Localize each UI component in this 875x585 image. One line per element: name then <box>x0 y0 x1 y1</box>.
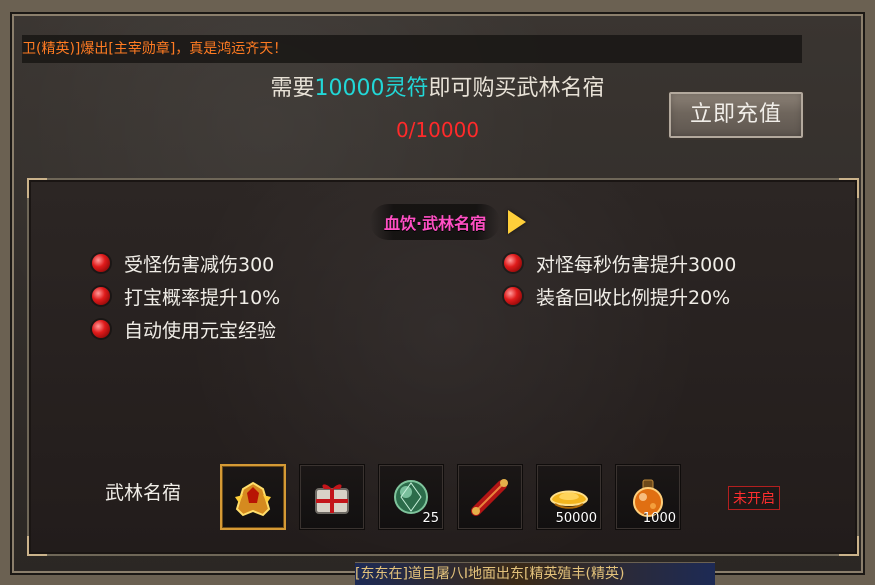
panel-corner-ornament <box>27 536 47 556</box>
effect-text: 受怪伤害减伤300 <box>124 253 275 276</box>
reward-items: 25 50000 1000 <box>220 464 681 530</box>
red-scroll-icon <box>471 479 508 516</box>
reward-slot[interactable] <box>220 464 286 530</box>
status-badge: 未开启 <box>728 486 780 510</box>
effect-item: 自动使用元宝经验 <box>92 315 276 343</box>
effect-item: 装备回收比例提升20% <box>504 282 730 310</box>
red-orb-icon <box>92 254 110 272</box>
bottom-strip-text: [东东在]道目屠八I地面出东[精英殖丰(精英) <box>355 566 625 582</box>
effect-text: 打宝概率提升10% <box>124 286 281 309</box>
effect-item: 受怪伤害减伤300 <box>92 249 274 277</box>
effect-text: 自动使用元宝经验 <box>124 319 277 342</box>
item-count: 25 <box>422 511 439 526</box>
item-count: 50000 <box>555 511 597 526</box>
rank-label: 武林名宿 <box>105 482 182 504</box>
arrow-right-icon <box>508 210 527 234</box>
effect-text: 对怪每秒伤害提升3000 <box>536 253 737 276</box>
red-orb-icon <box>504 254 522 272</box>
reward-slot[interactable] <box>457 464 523 530</box>
panel-title-text: 血饮·武林名宿 <box>370 204 501 240</box>
panel-corner-ornament <box>27 178 47 198</box>
reward-slot[interactable]: 25 <box>378 464 444 530</box>
panel-corner-ornament <box>839 178 859 198</box>
purchase-amount: 10000灵符 <box>314 76 429 101</box>
panel-title: 血饮·武林名宿 <box>370 204 527 240</box>
red-orb-icon <box>504 287 522 305</box>
panel-corner-ornament <box>839 536 859 556</box>
recharge-button[interactable]: 立即充值 <box>667 90 805 140</box>
reward-slot[interactable]: 1000 <box>615 464 681 530</box>
reward-slot[interactable] <box>299 464 365 530</box>
bottom-announcement-strip: [东东在]道目屠八I地面出东[精英殖丰(精英) <box>355 562 715 585</box>
effect-item: 打宝概率提升10% <box>92 282 280 310</box>
reward-slot[interactable]: 50000 <box>536 464 602 530</box>
purchase-prefix: 需要 <box>270 76 315 101</box>
red-orb-icon <box>92 287 110 305</box>
announcement-banner: 卫(精英)]爆出[主宰勋章]，真是鸿运齐天！ <box>22 35 802 63</box>
golden-helmet-icon <box>235 481 271 517</box>
effect-text: 装备回收比例提升20% <box>536 286 731 309</box>
purchase-suffix: 即可购买武林名宿 <box>428 76 605 101</box>
item-count: 1000 <box>642 511 676 526</box>
red-orb-icon <box>92 320 110 338</box>
announcement-text: 卫(精英)]爆出[主宰勋章]，真是鸿运齐天！ <box>22 41 288 57</box>
gift-box-icon <box>315 484 349 514</box>
effect-item: 对怪每秒伤害提升3000 <box>504 249 736 277</box>
